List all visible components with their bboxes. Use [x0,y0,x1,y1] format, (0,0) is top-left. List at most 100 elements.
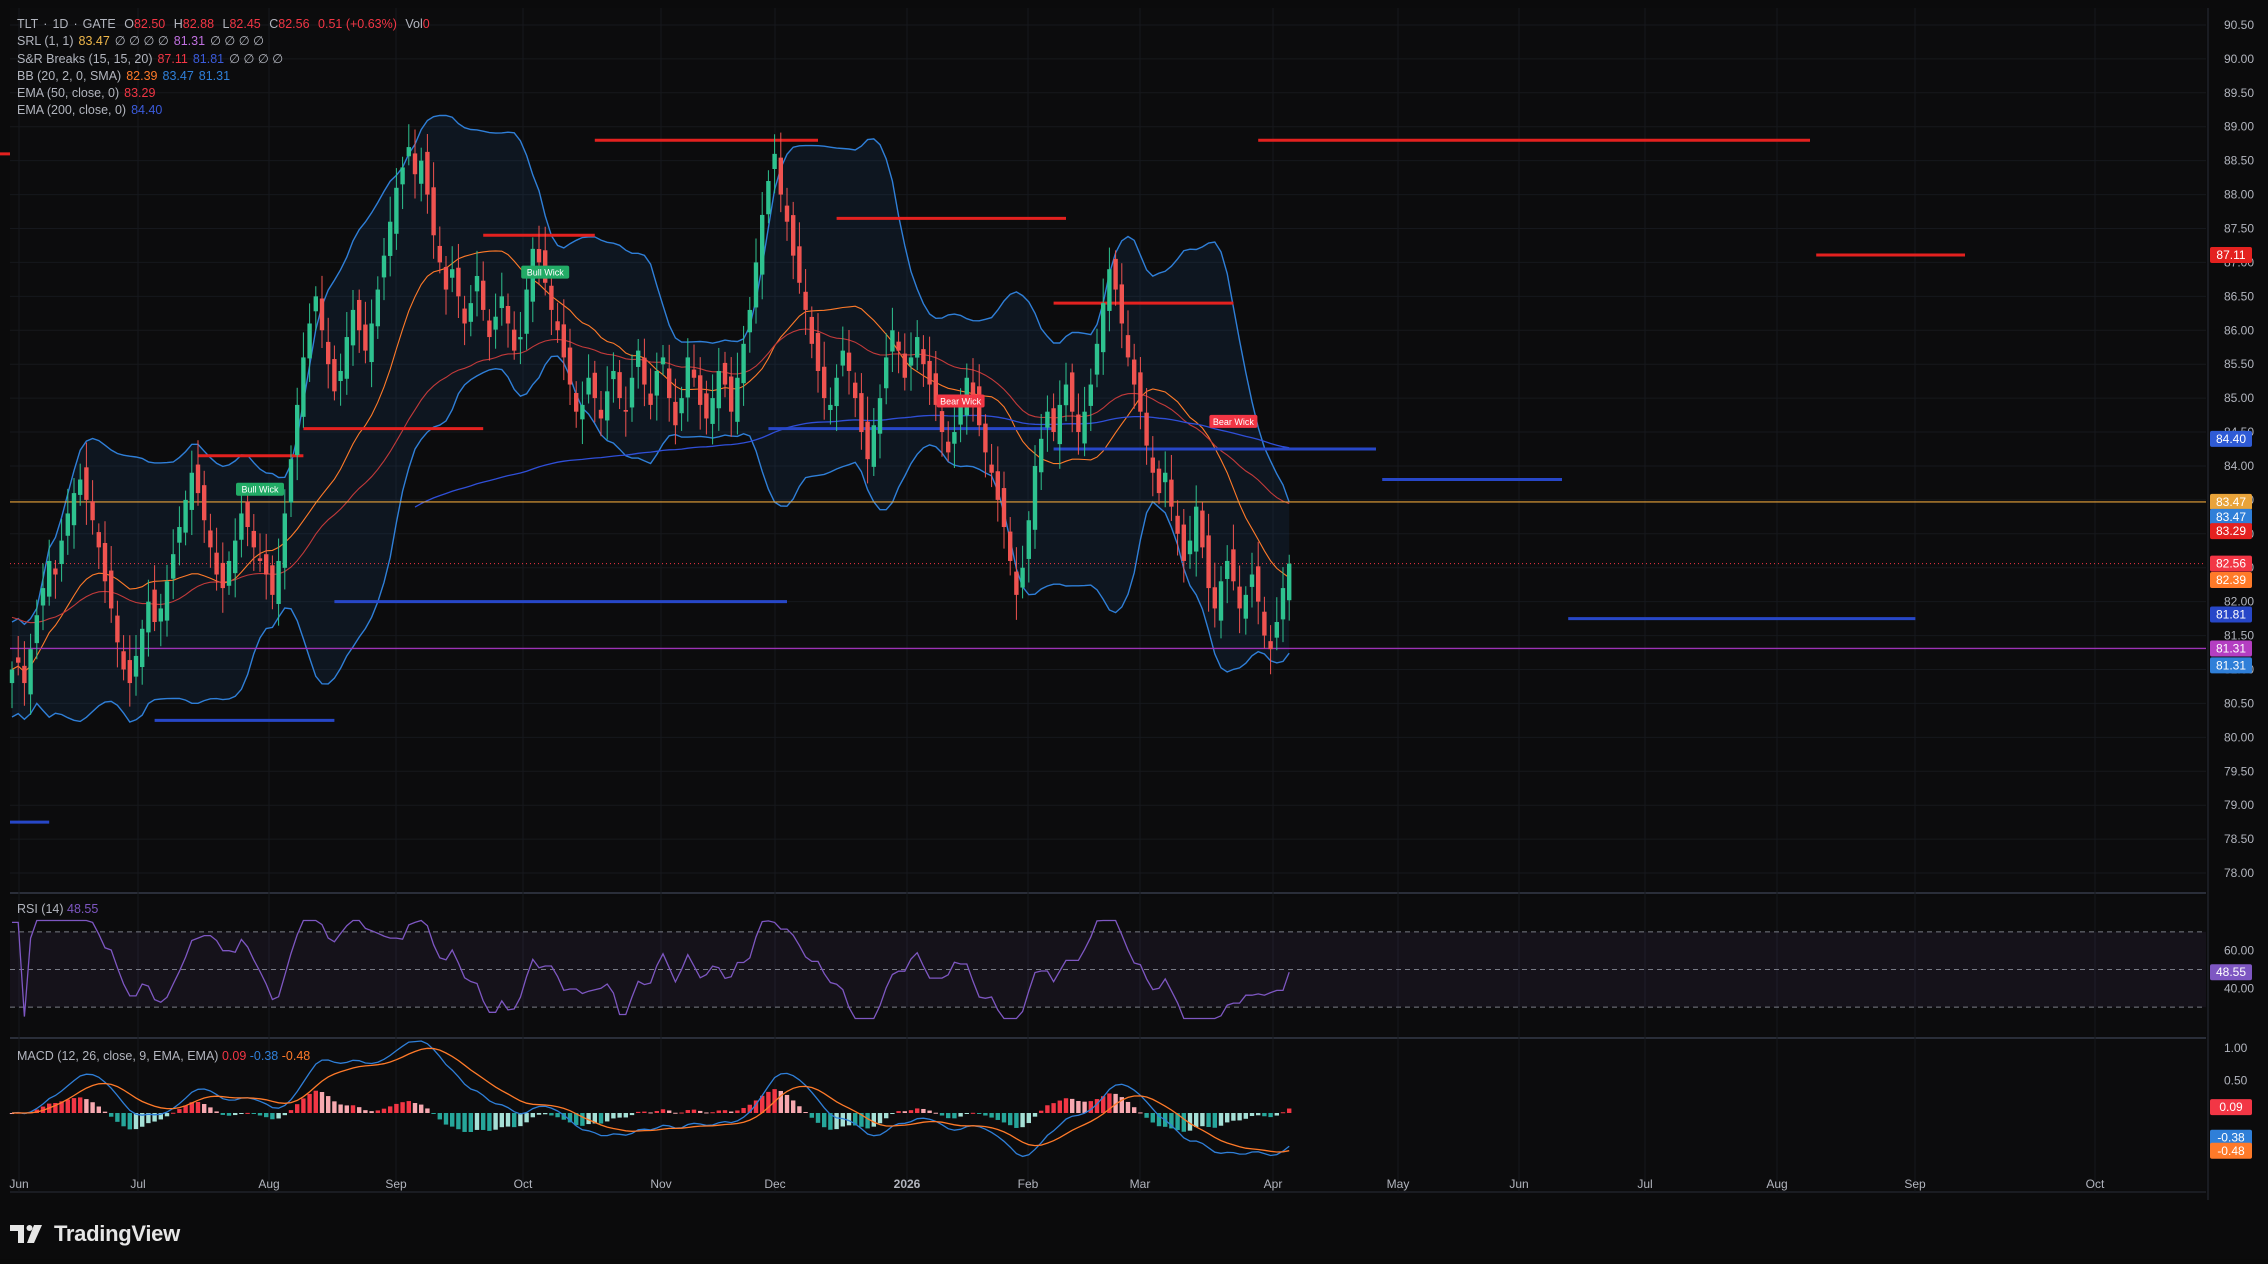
interval-label[interactable]: 1D [52,17,68,31]
candle-body [1156,468,1162,494]
macd-histogram-bar [995,1113,1000,1120]
macd-tag-label: 0.09 [2219,1100,2243,1114]
macd-histogram-bar [350,1105,356,1113]
indicator-value: 81.31 [198,68,231,83]
indicator-legend-row[interactable]: EMA (50, close, 0) 83.29 [17,85,435,102]
candle-body [958,404,963,425]
candle-body [1113,258,1118,290]
macd-histogram-bar [623,1113,628,1118]
time-axis-label: Nov [650,1177,671,1191]
candle-body [1001,488,1007,528]
macd-histogram-bar [1132,1107,1137,1113]
candle-body [419,160,424,184]
macd-histogram-bar [270,1113,275,1120]
candle-body [388,221,393,256]
price-axis-label: 88.50 [2224,154,2254,168]
indicator-legend-row[interactable]: EMA (200, close, 0) 84.40 [17,102,435,119]
indicator-legend-row[interactable]: BB (20, 2, 0, SMA) 82.39 83.47 81.31 [17,68,435,85]
macd-histogram-bar [326,1096,331,1113]
candle-body [667,368,672,399]
candle-body [617,372,622,399]
candle-body [251,530,256,548]
macd-histogram-bar [946,1113,951,1119]
candle-body [561,324,566,358]
macd-histogram-bar [1014,1113,1019,1128]
candle-body [586,377,591,395]
macd-histogram-bar [654,1110,659,1113]
macd-histogram-bar [1125,1101,1131,1113]
price-chart[interactable]: Jun Jul Aug Sep Oct Nov Dec 2026 Feb Mar Apr May Jun… [0,0,2268,1259]
candle-body [474,275,480,292]
macd-histogram-bar [605,1113,610,1122]
candle-body [400,167,405,185]
macd-histogram-bar [1008,1113,1013,1126]
candle-body [648,393,653,405]
macd-histogram-bar [171,1112,176,1114]
candle-body [952,432,957,444]
time-axis-label: Jun [9,1177,28,1191]
macd-histogram-bar [716,1110,721,1113]
price-tag-label: 84.40 [2216,432,2246,446]
candle-body [183,499,188,533]
macd-histogram-bar [915,1108,920,1113]
macd-histogram-bar [815,1113,821,1123]
time-axis-label: Feb [1018,1177,1039,1191]
time-axis-label: Aug [258,1177,279,1191]
candle-body [778,157,783,195]
candle-body [1101,303,1106,353]
tradingview-footer[interactable]: TradingView [10,1214,180,1254]
macd-name: MACD (12, 26, close, 9, EMA, EMA) [17,1049,219,1063]
rsi-tag-label: 48.55 [2216,965,2246,979]
signal-label-text: Bear Wick [940,397,982,407]
macd-histogram-bar [642,1111,647,1113]
candle-body [53,568,58,575]
candle-body [357,299,362,331]
candle-body [772,153,777,170]
indicator-legend-row[interactable]: SRL (1, 1) 83.47 ∅ ∅ ∅ ∅ 81.31 ∅ ∅ ∅ ∅ [17,33,435,50]
macd-histogram-bar [822,1113,827,1128]
candle-body [202,485,207,521]
candle-body [47,560,52,597]
macd-histogram-bar [468,1113,473,1132]
macd-histogram-bar [648,1112,653,1114]
macd-histogram-bar [301,1098,306,1113]
candle-body [797,246,802,283]
candle-body [915,337,920,358]
time-axis-label: Mar [1130,1177,1151,1191]
indicator-legend-row[interactable]: S&R Breaks (15, 15, 20) 87.11 81.81 ∅ ∅ ∅ ∅ [17,51,435,68]
macd-histogram-bar [890,1113,895,1114]
price-axis-label: 78.50 [2224,832,2254,846]
candle-body [313,296,318,312]
candle-body [1218,581,1224,621]
time-axis-label: Jul [1637,1177,1652,1191]
chart-legend: TLT · 1D · GATE O82.50 H82.88 L82.45 C82.56 … [17,16,435,120]
exchange-label: GATE [82,17,116,31]
candle-body [698,375,703,405]
candle-body [1150,457,1155,473]
indicator-value: ∅ ∅ ∅ ∅ [114,34,169,49]
symbol-label[interactable]: TLT [17,17,38,31]
macd-histogram-bar [388,1106,393,1113]
price-axis-label: 78.00 [2224,866,2254,880]
indicator-value: 81.31 [173,34,206,49]
indicator-value: 81.81 [192,51,225,66]
macd-histogram-bar [735,1110,740,1113]
macd-histogram-bar [164,1113,170,1117]
macd-histogram-bar [679,1112,684,1114]
macd-histogram-bar [344,1105,349,1113]
macd-histogram-bar [518,1113,523,1127]
candle-body [1287,563,1292,601]
macd-histogram-bar [1051,1103,1056,1113]
candle-body [629,377,635,408]
candle-body [1194,506,1199,552]
indicator-name: EMA (200, close, 0) [17,103,127,118]
candle-body [908,357,914,366]
indicator-value: 82.39 [126,68,158,83]
macd-histogram-bar [406,1101,411,1113]
macd-histogram-bar [1287,1108,1292,1113]
candle-body [673,401,678,426]
candle-body [518,337,523,340]
candle-body [946,441,951,453]
candle-body [1187,540,1193,555]
chart-window: Jun Jul Aug Sep Oct Nov Dec 2026 Feb Mar Apr May Jun… [0,0,2268,1259]
